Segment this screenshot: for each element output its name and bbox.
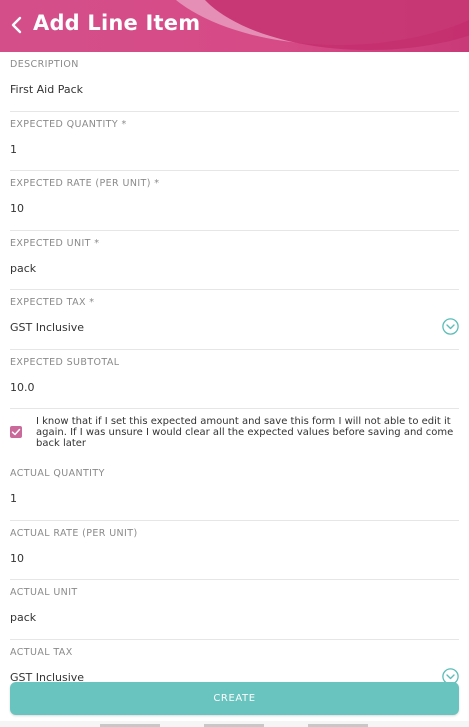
actual-quantity-input[interactable]: 1 — [10, 492, 17, 505]
chevron-down-icon[interactable] — [442, 318, 459, 335]
field-label: ACTUAL UNIT — [10, 587, 78, 598]
expected-quantity-field[interactable]: EXPECTED QUANTITY * 1 — [10, 112, 459, 171]
field-label: EXPECTED TAX * — [10, 297, 95, 308]
field-label: EXPECTED UNIT * — [10, 237, 100, 249]
checkmark-icon — [11, 428, 21, 436]
expected-tax-field[interactable]: EXPECTED TAX * GST Inclusive — [10, 290, 459, 350]
field-label: EXPECTED RATE (PER UNIT) * — [10, 178, 160, 189]
field-label: DESCRIPTION — [10, 59, 79, 70]
back-button[interactable] — [8, 10, 28, 40]
expected-subtotal-field: EXPECTED SUBTOTAL 10.0 — [10, 350, 459, 409]
confirm-checkbox[interactable] — [10, 426, 22, 438]
expected-rate-input[interactable]: 10 — [10, 202, 24, 215]
confirm-text: I know that if I set this expected amoun… — [36, 416, 454, 449]
expected-subtotal-value: 10.0 — [10, 380, 35, 394]
actual-rate-input[interactable]: 10 — [10, 552, 24, 565]
expected-unit-field[interactable]: EXPECTED UNIT * pack — [10, 231, 459, 290]
chevron-left-icon — [11, 16, 22, 34]
expected-unit-input[interactable]: pack — [10, 262, 36, 275]
expected-rate-field[interactable]: EXPECTED RATE (PER UNIT) * 10 — [10, 171, 459, 231]
app-header: Add Line Item — [0, 0, 469, 52]
field-label: ACTUAL RATE (PER UNIT) — [10, 527, 138, 539]
actual-quantity-field[interactable]: ACTUAL QUANTITY 1 — [10, 461, 459, 521]
description-field[interactable]: DESCRIPTION First Aid Pack — [10, 52, 459, 112]
expected-tax-select[interactable]: GST Inclusive — [10, 321, 84, 334]
expected-lock-confirmation[interactable]: I know that if I set this expected amoun… — [10, 409, 459, 461]
description-input[interactable]: First Aid Pack — [10, 83, 83, 96]
field-label: EXPECTED QUANTITY * — [10, 118, 127, 130]
field-label: ACTUAL TAX — [10, 646, 73, 658]
actual-unit-input[interactable]: pack — [10, 611, 36, 624]
line-item-form: DESCRIPTION First Aid Pack EXPECTED QUAN… — [0, 52, 469, 699]
create-button[interactable]: CREATE — [10, 682, 459, 715]
system-nav-bar — [0, 721, 469, 727]
field-label: ACTUAL QUANTITY — [10, 468, 105, 479]
expected-quantity-input[interactable]: 1 — [10, 143, 17, 156]
field-label: EXPECTED SUBTOTAL — [10, 356, 120, 368]
actual-rate-field[interactable]: ACTUAL RATE (PER UNIT) 10 — [10, 521, 459, 580]
page-title: Add Line Item — [33, 11, 201, 35]
actual-unit-field[interactable]: ACTUAL UNIT pack — [10, 580, 459, 640]
